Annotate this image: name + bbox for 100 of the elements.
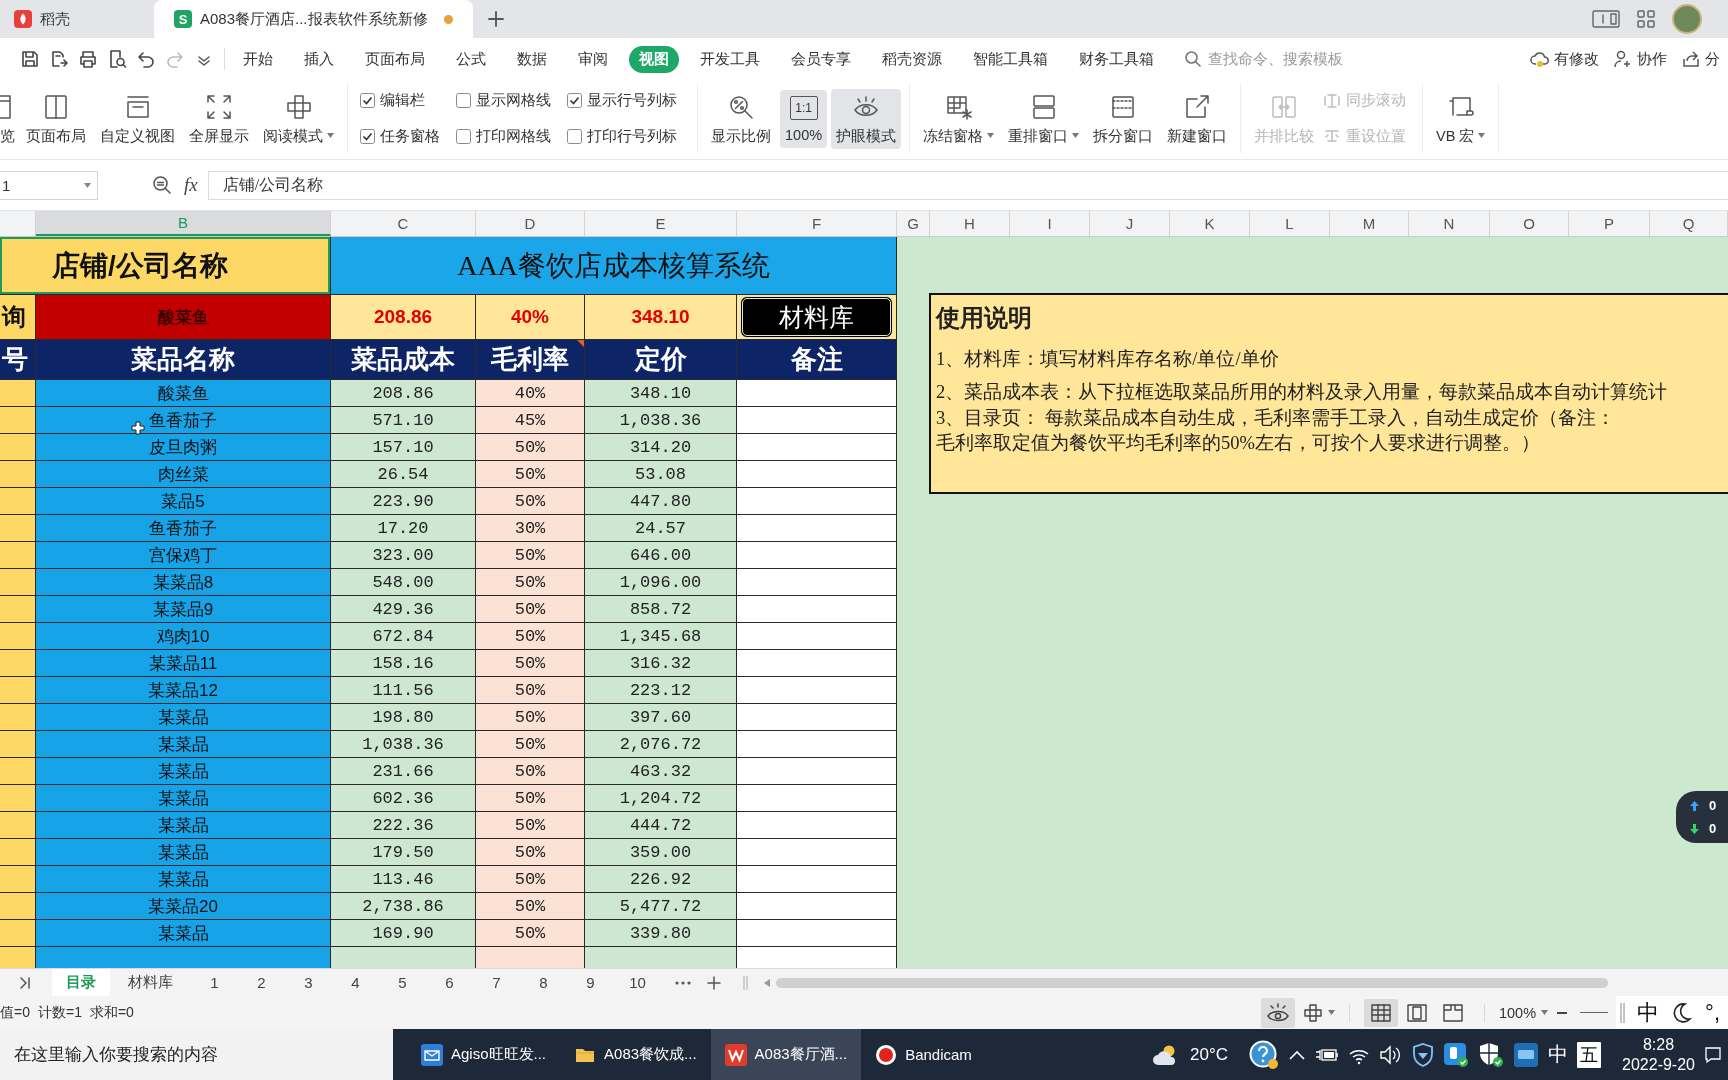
more-icon[interactable] (675, 980, 691, 985)
column-header[interactable]: C (331, 211, 476, 236)
tray-text[interactable]: 中 (1548, 1041, 1569, 1068)
sheet-tab[interactable]: 9 (567, 969, 614, 996)
browser-tab[interactable]: 稻壳 (0, 0, 154, 38)
avatar-icon[interactable] (1672, 4, 1702, 34)
column-header[interactable]: F (737, 211, 897, 236)
security-shield-icon[interactable] (1478, 1041, 1505, 1068)
column-header[interactable]: P (1569, 211, 1650, 236)
formula-field[interactable]: 店铺/公司名称 (207, 170, 1728, 200)
scroll-left-icon[interactable] (764, 978, 770, 987)
ribbon-button[interactable]: 显示比例 (706, 88, 776, 149)
ribbon-button[interactable]: 全屏显示 (184, 88, 254, 149)
taskbar-app[interactable]: Agiso旺旺发... (407, 1029, 561, 1080)
menu-tab[interactable]: 插入 (294, 45, 344, 73)
zoom-button[interactable]: 100% (1499, 1004, 1549, 1021)
column-header[interactable]: J (1090, 211, 1170, 236)
ribbon-button[interactable]: 护眼模式 (831, 88, 902, 149)
clock-date[interactable]: 2022-9-20 (1622, 1055, 1695, 1074)
window-mode-icon[interactable] (1592, 9, 1620, 29)
ribbon-button[interactable]: 1:1 100% (780, 89, 828, 148)
help-icon[interactable] (1249, 1039, 1280, 1070)
punctuation-button[interactable]: °, (1705, 999, 1720, 1026)
ribbon-button[interactable]: 冻结窗格 (918, 88, 1000, 149)
sheet-tab[interactable]: 3 (285, 969, 332, 996)
checkbox[interactable] (567, 93, 582, 109)
battery-plug-icon[interactable] (1315, 1046, 1340, 1063)
sheet-tab[interactable]: 5 (379, 969, 426, 996)
toolbar-button[interactable]: 分 (1681, 49, 1720, 69)
chevron-up-icon[interactable] (1288, 1048, 1307, 1061)
taskbar-search-field[interactable]: 在这里输入你要搜索的内容 (0, 1029, 393, 1080)
checkbox[interactable] (456, 128, 471, 144)
last-sheet-icon[interactable] (18, 975, 32, 990)
moon-icon[interactable] (1671, 1001, 1694, 1024)
taskbar-app[interactable]: A083餐厅酒... (710, 1029, 862, 1080)
function-button[interactable]: fx (184, 174, 198, 196)
eye-icon[interactable] (1261, 997, 1295, 1028)
sheet-tab[interactable]: 材料库 (110, 969, 191, 996)
keyboard-app-icon[interactable] (1513, 1041, 1540, 1068)
tray-text[interactable]: 五 (1577, 1041, 1602, 1068)
scrollbar-thumb[interactable] (776, 977, 1608, 988)
column-header[interactable]: G (897, 211, 930, 236)
taskbar-app[interactable]: A083餐饮成... (560, 1029, 711, 1080)
ribbon-button[interactable]: 拆分窗口 (1088, 88, 1159, 149)
sheet-tab[interactable]: 6 (426, 969, 473, 996)
notification-icon[interactable] (1704, 1045, 1722, 1064)
checkbox[interactable] (456, 93, 471, 109)
sheet-tab[interactable]: 2 (238, 969, 285, 996)
sheet-tab[interactable]: 7 (473, 969, 520, 996)
reading-mode-button[interactable] (1303, 1002, 1335, 1023)
grip-icon[interactable] (1620, 1002, 1626, 1023)
column-header[interactable]: D (476, 211, 585, 236)
sheet-tab[interactable]: 8 (520, 969, 567, 996)
browser-tab[interactable]: S A083餐厅酒店...报表软件系统新修 (154, 0, 473, 38)
shop-name-cell[interactable]: 店铺/公司名称 (0, 237, 331, 295)
print-preview-icon[interactable] (107, 49, 127, 69)
column-header[interactable]: Q (1650, 211, 1728, 236)
menu-tab[interactable]: 开发工具 (690, 45, 770, 73)
column-header[interactable]: N (1409, 211, 1490, 236)
column-header[interactable]: I (1010, 211, 1090, 236)
ime-mode-button[interactable]: 中 (1637, 997, 1660, 1028)
column-header[interactable]: H (930, 211, 1010, 236)
menu-tab[interactable]: 审阅 (568, 45, 618, 73)
shield-icon[interactable] (1412, 1042, 1435, 1067)
normal-view-icon[interactable] (1364, 998, 1398, 1027)
menu-tab[interactable]: 稻壳资源 (872, 45, 952, 73)
ribbon-button[interactable]: 重排窗口 (1003, 88, 1085, 149)
sheet-tab[interactable]: 1 (191, 969, 238, 996)
ribbon-button[interactable]: 新建窗口 (1162, 88, 1233, 149)
add-tab-icon[interactable] (486, 10, 505, 28)
tray-app-icon[interactable] (1443, 1041, 1470, 1068)
menu-tab[interactable]: 会员专享 (781, 45, 861, 73)
ribbon-button[interactable]: VB 宏 (1431, 88, 1491, 149)
material-library-button[interactable]: 材料库 (740, 296, 893, 338)
menu-tab[interactable]: 数据 (507, 45, 557, 73)
toolbar-button[interactable]: 有修改 (1530, 49, 1599, 69)
apps-grid-icon[interactable] (1636, 9, 1656, 29)
menu-tab[interactable]: 财务工具箱 (1069, 45, 1164, 73)
toolbar-button[interactable]: 协作 (1613, 49, 1667, 69)
menu-tab[interactable]: 开始 (233, 45, 283, 73)
column-header[interactable]: K (1170, 211, 1250, 236)
column-header[interactable]: M (1330, 211, 1409, 236)
taskbar-app[interactable]: Bandicam (861, 1029, 986, 1080)
clock-time[interactable]: 8:28 (1642, 1035, 1675, 1054)
menu-tab[interactable]: 公式 (446, 45, 496, 73)
ribbon-button[interactable]: 览 (0, 88, 17, 149)
save-icon[interactable] (20, 49, 40, 69)
ribbon-button[interactable]: 阅读模式 (258, 88, 339, 149)
menu-tab[interactable]: 页面布局 (355, 45, 435, 73)
column-header[interactable]: L (1250, 211, 1330, 236)
sheet-tab[interactable]: 10 (614, 969, 661, 996)
magnifier-icon[interactable] (152, 175, 172, 195)
checkbox[interactable] (360, 128, 375, 144)
sheet-tab[interactable]: 目录 (52, 969, 110, 996)
print-icon[interactable] (78, 49, 98, 69)
name-box[interactable]: 1 (0, 170, 98, 200)
checkbox[interactable] (360, 93, 375, 109)
add-sheet-icon[interactable] (707, 975, 721, 990)
menu-tab[interactable]: 智能工具箱 (963, 45, 1058, 73)
ribbon-button[interactable]: 页面布局 (21, 88, 91, 149)
